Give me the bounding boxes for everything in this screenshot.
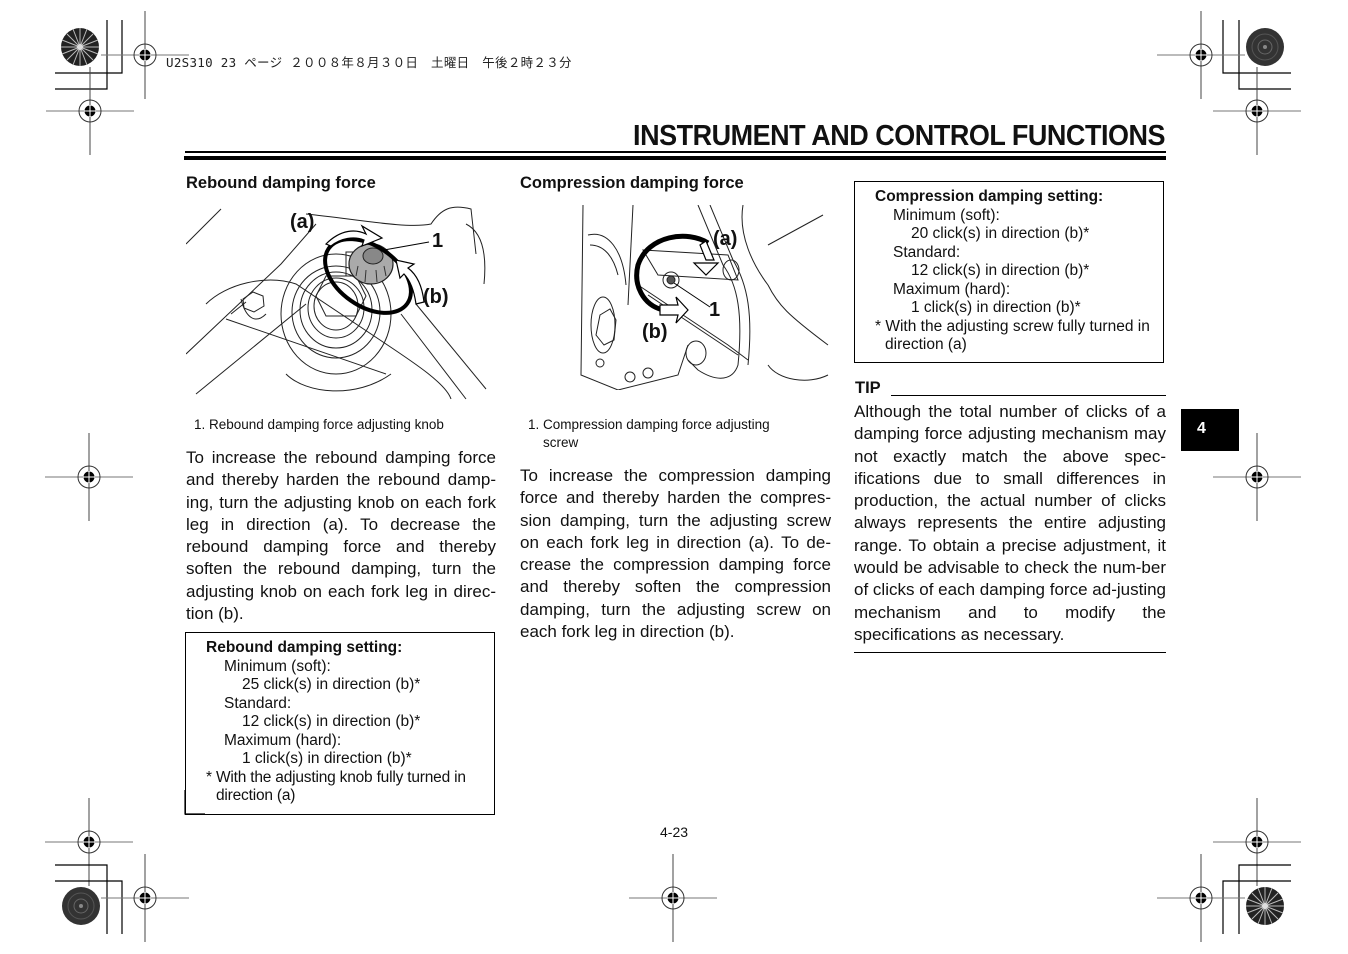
rebound-max-label: Maximum (hard):: [224, 731, 342, 749]
rebound-setting-note: * With the adjusting knob fully turned i…: [206, 768, 466, 805]
registration-target-icon: [44, 797, 134, 887]
rebound-figure-caption: 1. Rebound damping force adjusting knob: [194, 417, 444, 432]
registration-target-icon: [100, 853, 190, 943]
title-rule-thin: [185, 151, 1166, 153]
registration-target-icon: [1212, 66, 1302, 156]
rebound-max-value: 1 click(s) in direction (b)*: [242, 750, 412, 767]
rebound-figure-label-1: 1: [432, 230, 444, 252]
compression-min-label: Minimum (soft):: [893, 206, 1000, 224]
rebound-min-value: 25 click(s) in direction (b)*: [242, 676, 421, 693]
compression-min-value: 20 click(s) in direction (b)*: [911, 225, 1090, 242]
registration-target-icon: [44, 432, 134, 522]
chapter-tab: 4: [1181, 409, 1239, 451]
registration-target-icon: [628, 853, 718, 943]
rebound-body-text: To increase the rebound damping force an…: [186, 448, 496, 624]
print-header: U2S310 23 ページ ２００８年８月３０日 土曜日 午後２時２３分: [166, 55, 572, 70]
page-title: INSTRUMENT AND CONTROL FUNCTIONS: [633, 120, 1165, 152]
compression-figure-label-a: (a): [713, 228, 738, 250]
rebound-setting-title: Rebound damping setting:: [206, 639, 403, 656]
tip-rule-top: [891, 395, 1166, 396]
rebound-knob-illustration: [186, 206, 487, 400]
compression-figure-caption-line2: screw: [543, 435, 579, 450]
rebound-figure-label-b: (b): [423, 286, 449, 308]
starburst-mark-bottom-right: [1245, 886, 1285, 926]
rebound-std-value: 12 click(s) in direction (b)*: [242, 713, 421, 730]
compression-heading: Compression damping force: [520, 174, 744, 192]
page-number: 4-23: [660, 824, 689, 840]
rebound-heading: Rebound damping force: [186, 174, 376, 192]
compression-max-value: 1 click(s) in direction (b)*: [911, 299, 1081, 316]
compression-screw-illustration: [580, 205, 829, 390]
compression-setting-note: * With the adjusting screw fully turned …: [875, 317, 1150, 354]
compression-std-value: 12 click(s) in direction (b)*: [911, 262, 1090, 279]
compression-figure-caption-line1: 1. Compression damping force adjusting: [528, 417, 770, 432]
compression-body-text: To increase the compression damping forc…: [520, 466, 831, 642]
starburst-mark-top-left: [60, 27, 100, 67]
compression-std-label: Standard:: [893, 243, 961, 261]
registration-target-icon: [45, 66, 135, 156]
tip-label: TIP: [855, 379, 881, 397]
compression-max-label: Maximum (hard):: [893, 280, 1011, 298]
registration-target-icon: [1156, 10, 1246, 100]
compression-figure-label-1: 1: [709, 299, 721, 321]
rebound-figure-label-a: (a): [290, 211, 315, 233]
registration-target-icon: [1212, 797, 1302, 887]
dark-disc-mark-bottom-left: [61, 886, 101, 926]
compression-setting-box: Compression damping setting: Minimum (so…: [854, 181, 1164, 363]
rebound-setting-box: Rebound damping setting: Minimum (soft):…: [185, 632, 495, 815]
tip-body-text: Although the total number of clicks of a…: [854, 402, 1166, 644]
registration-target-icon: [1156, 853, 1246, 943]
compression-setting-title: Compression damping setting:: [875, 188, 1104, 205]
arrow-a-head-icon: [692, 262, 720, 276]
compression-figure-label-b: (b): [642, 321, 668, 343]
rebound-min-label: Minimum (soft):: [224, 657, 331, 675]
tip-rule-bottom: [854, 652, 1166, 653]
title-rule-thick: [184, 156, 1166, 160]
dark-disc-mark-top-right: [1245, 27, 1285, 67]
rebound-std-label: Standard:: [224, 694, 292, 712]
arrow-a-icon: [699, 240, 715, 261]
